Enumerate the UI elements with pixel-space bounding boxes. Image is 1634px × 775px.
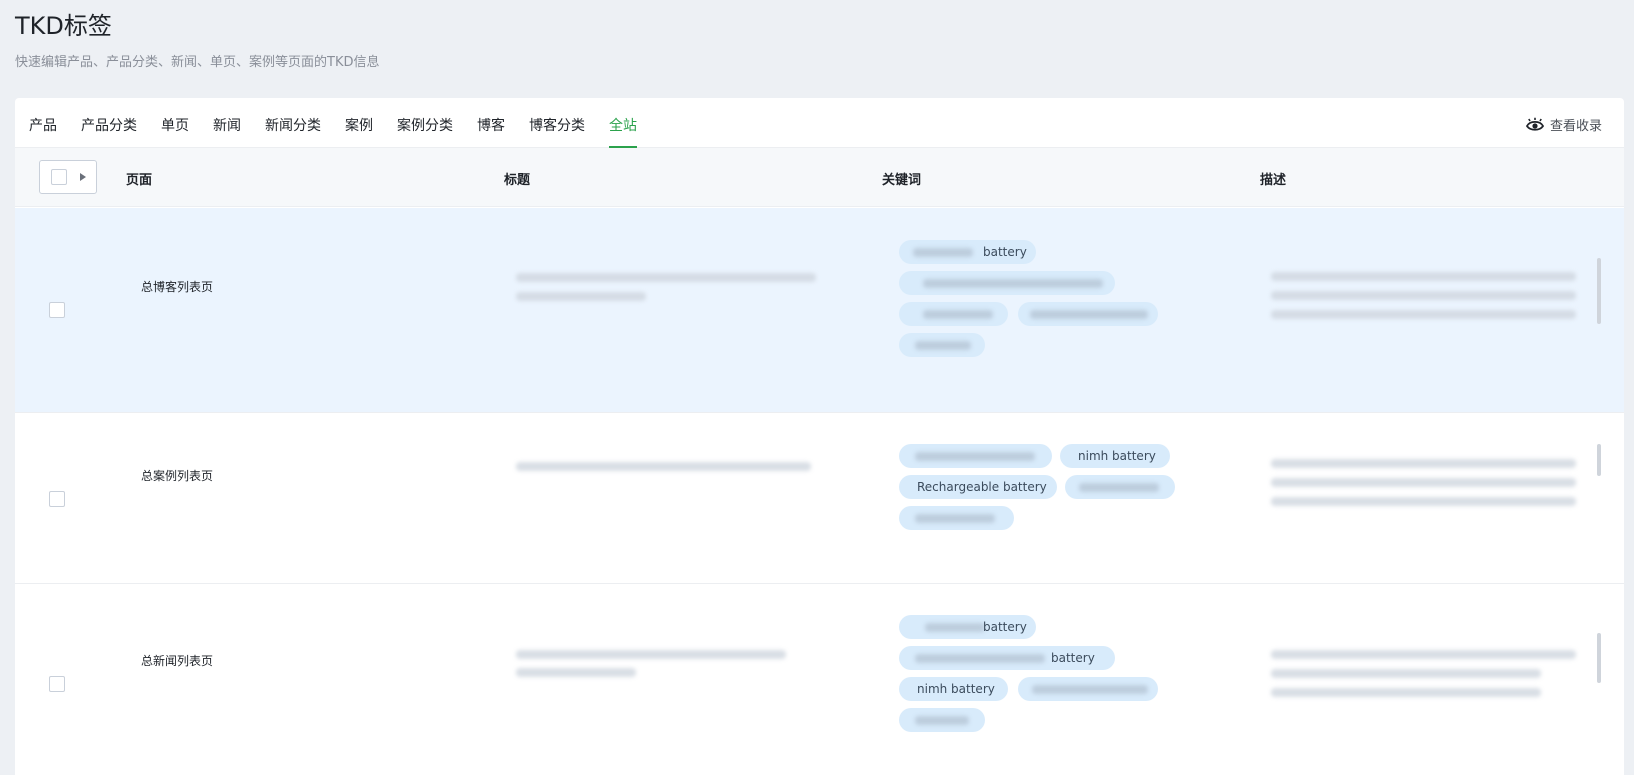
keyword-tag[interactable]: battery	[899, 646, 1115, 670]
title-text-blurred	[516, 273, 816, 282]
description-text-blurred	[1271, 688, 1541, 697]
keyword-tag[interactable]: battery	[899, 240, 1036, 264]
description-text-blurred	[1271, 459, 1576, 468]
view-index-button[interactable]: 查看收录	[1525, 115, 1602, 134]
keyword-tag[interactable]: Rechargeable battery	[899, 475, 1057, 499]
keyword-tag[interactable]	[899, 271, 1115, 295]
column-header-description: 描述	[1260, 173, 1287, 188]
keyword-tag[interactable]	[899, 708, 985, 732]
keyword-tag[interactable]	[1018, 677, 1158, 701]
title-text-blurred	[516, 668, 636, 677]
page-subtitle: 快速编辑产品、产品分类、新闻、单页、案例等页面的TKD信息	[15, 55, 380, 70]
description-scrollbar[interactable]	[1597, 258, 1601, 324]
keyword-tag[interactable]	[899, 444, 1052, 468]
keyword-tag[interactable]	[899, 506, 1014, 530]
keyword-tag[interactable]	[1065, 475, 1175, 499]
page-name: 总博客列表页	[141, 280, 214, 294]
tab-cases[interactable]: 案例	[345, 98, 373, 148]
tab-blog-categories[interactable]: 博客分类	[529, 98, 585, 148]
description-text-blurred	[1271, 272, 1576, 281]
description-text-blurred	[1271, 310, 1576, 319]
tab-bar: 产品 产品分类 单页 新闻 新闻分类 案例 案例分类 博客 博客分类 全站 查看…	[15, 98, 1624, 148]
table-header: 页面 标题 关键词 描述	[15, 148, 1624, 207]
title-text-blurred	[516, 462, 811, 471]
keyword-tag[interactable]: battery	[899, 615, 1036, 639]
description-text-blurred	[1271, 497, 1576, 506]
caret-right-icon	[80, 173, 86, 181]
page-name: 总新闻列表页	[141, 654, 214, 668]
title-text-blurred	[516, 650, 786, 659]
tab-products[interactable]: 产品	[29, 98, 57, 148]
description-text-blurred	[1271, 291, 1576, 300]
column-header-page: 页面	[126, 173, 153, 188]
eye-icon	[1525, 117, 1544, 131]
row-checkbox[interactable]	[49, 676, 65, 692]
description-text-blurred	[1271, 669, 1541, 678]
column-header-title: 标题	[504, 173, 531, 188]
keyword-tag[interactable]	[899, 333, 985, 357]
view-index-label: 查看收录	[1549, 119, 1602, 134]
column-header-keywords: 关键词	[882, 173, 922, 188]
keyword-tag[interactable]	[899, 302, 1008, 326]
row-checkbox[interactable]	[49, 491, 65, 507]
page-name: 总案例列表页	[141, 469, 214, 483]
page-title: TKD标签	[15, 12, 112, 40]
tab-product-categories[interactable]: 产品分类	[81, 98, 137, 148]
select-all-checkbox[interactable]	[51, 169, 67, 185]
keyword-tag[interactable]: nimh battery	[1060, 444, 1170, 468]
tkd-card: 产品 产品分类 单页 新闻 新闻分类 案例 案例分类 博客 博客分类 全站 查看…	[15, 98, 1624, 775]
table-row[interactable]: 总博客列表页 battery	[15, 208, 1624, 413]
description-text-blurred	[1271, 478, 1576, 487]
title-text-blurred	[516, 292, 646, 301]
description-scrollbar[interactable]	[1597, 444, 1601, 476]
table-row[interactable]: 总新闻列表页 battery battery nimh battery	[15, 584, 1624, 775]
tab-site-wide[interactable]: 全站	[609, 98, 637, 148]
keyword-tag[interactable]: nimh battery	[899, 677, 1008, 701]
description-scrollbar[interactable]	[1597, 633, 1601, 683]
keyword-tag[interactable]	[1018, 302, 1158, 326]
tab-news-categories[interactable]: 新闻分类	[265, 98, 321, 148]
tab-blog[interactable]: 博客	[477, 98, 505, 148]
bulk-select-dropdown[interactable]	[39, 160, 97, 194]
tab-news[interactable]: 新闻	[213, 98, 241, 148]
tab-single-pages[interactable]: 单页	[161, 98, 189, 148]
row-checkbox[interactable]	[49, 302, 65, 318]
tab-case-categories[interactable]: 案例分类	[397, 98, 453, 148]
table-row[interactable]: 总案例列表页 nimh battery Rechargeable battery	[15, 413, 1624, 584]
description-text-blurred	[1271, 650, 1576, 659]
